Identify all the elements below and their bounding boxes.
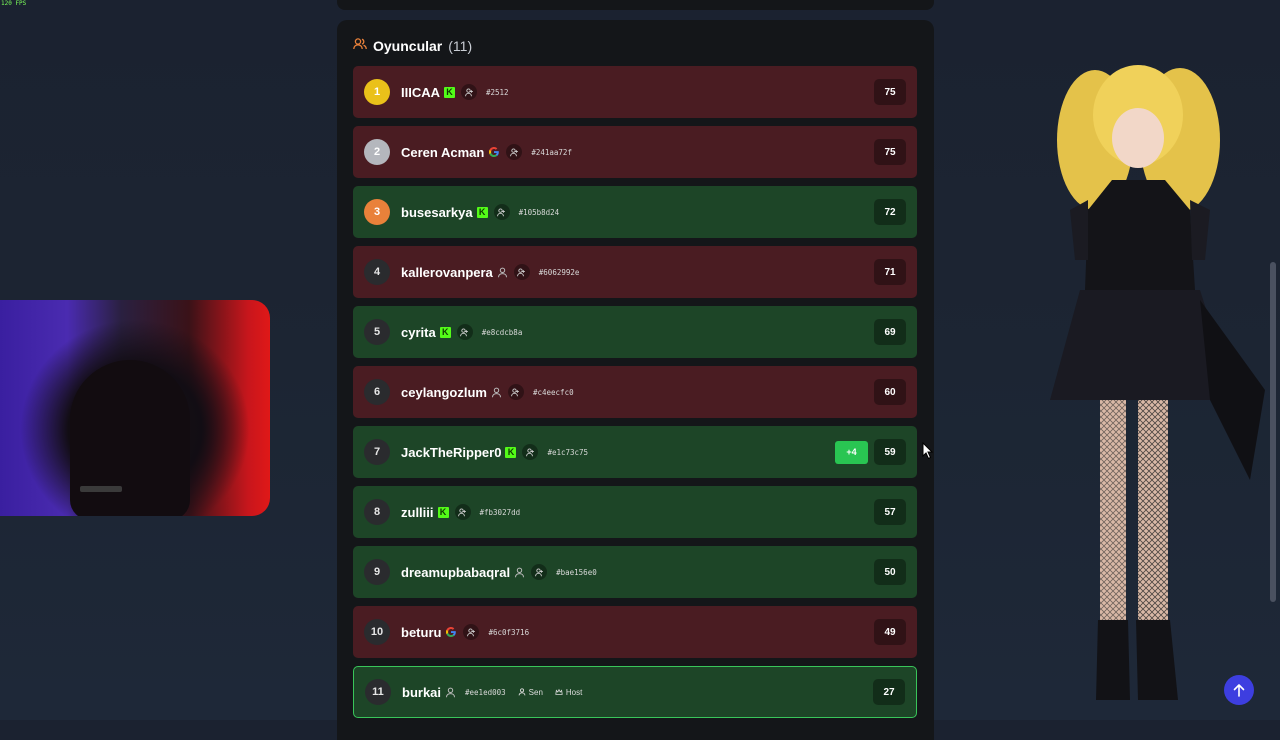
add-friend-icon[interactable] (454, 504, 471, 520)
add-friend-icon[interactable] (463, 624, 480, 640)
player-name: beturu (401, 624, 442, 640)
player-score: 75 (874, 79, 906, 105)
player-score: 59 (874, 439, 906, 465)
add-friend-icon[interactable] (493, 204, 510, 220)
player-name: burkai (402, 684, 442, 700)
player-id: #ee1ed003 (465, 687, 506, 697)
player-name: Ceren Acman (401, 144, 485, 160)
rank-badge: 4 (364, 259, 390, 285)
player-name: dreamupbabaqral (401, 564, 511, 580)
rank-badge: 2 (364, 139, 390, 165)
player-name: zulliii (401, 504, 434, 520)
player-name: ceylangozlum (401, 384, 487, 400)
player-id: #241aa72f (531, 147, 572, 157)
kick-icon: K (439, 326, 451, 338)
add-friend-icon[interactable] (506, 144, 523, 160)
player-row[interactable]: 1 IIICAA K #2512 75 (353, 66, 917, 118)
player-row[interactable]: 2 Ceren Acman #241aa72f 75 (353, 126, 917, 178)
player-name: cyrita (401, 324, 436, 340)
score-delta-badge: +4 (835, 440, 868, 464)
previous-card (337, 0, 934, 10)
player-row[interactable]: 6 ceylangozlum #c4eecfc0 60 (353, 366, 917, 418)
anime-character-image (1050, 65, 1265, 700)
rank-badge: 7 (364, 439, 390, 465)
user-icon (514, 567, 525, 578)
player-score: 71 (874, 259, 906, 285)
player-score: 50 (874, 559, 906, 585)
kick-icon: K (437, 506, 449, 518)
scroll-to-top-button[interactable] (1224, 675, 1254, 705)
player-row[interactable]: 3 busesarkya K #105b8d24 72 (353, 186, 917, 238)
add-friend-icon[interactable] (522, 444, 539, 460)
rank-badge: 8 (364, 499, 390, 525)
you-label: Sen (528, 687, 543, 697)
kick-icon: K (444, 86, 455, 98)
users-icon (353, 37, 367, 55)
rank-badge: 1 (364, 79, 390, 105)
add-friend-icon[interactable] (456, 324, 473, 340)
webcam-overlay (0, 300, 270, 516)
kick-icon: K (476, 206, 488, 218)
rank-badge: 11 (365, 679, 391, 705)
player-row[interactable]: 10 beturu #6c0f3716 49 (353, 606, 917, 658)
player-id: #e1c73c75 (547, 447, 589, 457)
players-title: Oyuncular (373, 38, 443, 54)
fps-counter: 120 FPS (1, 0, 27, 7)
player-id: #bae156e0 (556, 567, 597, 577)
player-row[interactable]: 8 zulliii K #fb3027dd 57 (353, 486, 917, 538)
arrow-up-icon (1233, 684, 1245, 697)
rank-badge: 3 (364, 199, 390, 225)
user-icon (445, 687, 456, 698)
player-name: busesarkya (401, 204, 473, 220)
player-score: 60 (874, 379, 906, 405)
player-id: #6062992e (538, 267, 580, 277)
mouse-cursor-icon (922, 442, 934, 460)
add-friend-icon[interactable] (513, 264, 530, 280)
user-icon (491, 387, 502, 398)
you-tag: Sen (518, 688, 543, 697)
player-id: #2512 (486, 87, 509, 97)
google-icon (488, 146, 500, 158)
host-label: Host (565, 687, 583, 697)
player-score: 75 (874, 139, 906, 165)
player-row[interactable]: 4 kallerovanpera #6062992e 71 (353, 246, 917, 298)
player-score: 72 (874, 199, 906, 225)
player-name: IIICAA (401, 84, 440, 100)
player-score: 57 (874, 499, 906, 525)
player-row[interactable]: 5 cyrita K #e8cdcb8a 69 (353, 306, 917, 358)
kick-icon: K (505, 446, 517, 458)
player-row[interactable]: 7 JackTheRipper0 K #e1c73c75 +4 59 (353, 426, 917, 478)
player-name: kallerovanpera (401, 264, 493, 280)
page-scrollbar[interactable] (1270, 262, 1276, 602)
player-name: JackTheRipper0 (401, 444, 502, 460)
players-panel-header: Oyuncular (11) (353, 37, 472, 55)
user-icon (497, 267, 508, 278)
player-row[interactable]: 11 burkai #ee1ed003 Sen Host 27 (353, 666, 917, 718)
player-row[interactable]: 9 dreamupbabaqral #bae156e0 50 (353, 546, 917, 598)
add-friend-icon[interactable] (507, 384, 524, 400)
player-id: #e8cdcb8a (481, 327, 523, 337)
players-count: (11) (448, 38, 473, 54)
rank-badge: 9 (364, 559, 390, 585)
player-score: 69 (874, 319, 906, 345)
rank-badge: 5 (364, 319, 390, 345)
add-friend-icon[interactable] (531, 564, 548, 580)
player-score: 49 (874, 619, 906, 645)
crown-icon (555, 688, 563, 695)
host-tag: Host (555, 688, 582, 697)
rank-badge: 10 (364, 619, 390, 645)
player-score: 27 (873, 679, 905, 705)
rank-badge: 6 (364, 379, 390, 405)
player-id: #105b8d24 (518, 207, 560, 217)
user-icon (518, 688, 526, 696)
add-friend-icon[interactable] (461, 84, 477, 100)
player-id: #c4eecfc0 (532, 387, 574, 397)
google-icon (445, 626, 457, 638)
player-id: #6c0f3716 (488, 627, 530, 637)
player-id: #fb3027dd (479, 507, 521, 517)
